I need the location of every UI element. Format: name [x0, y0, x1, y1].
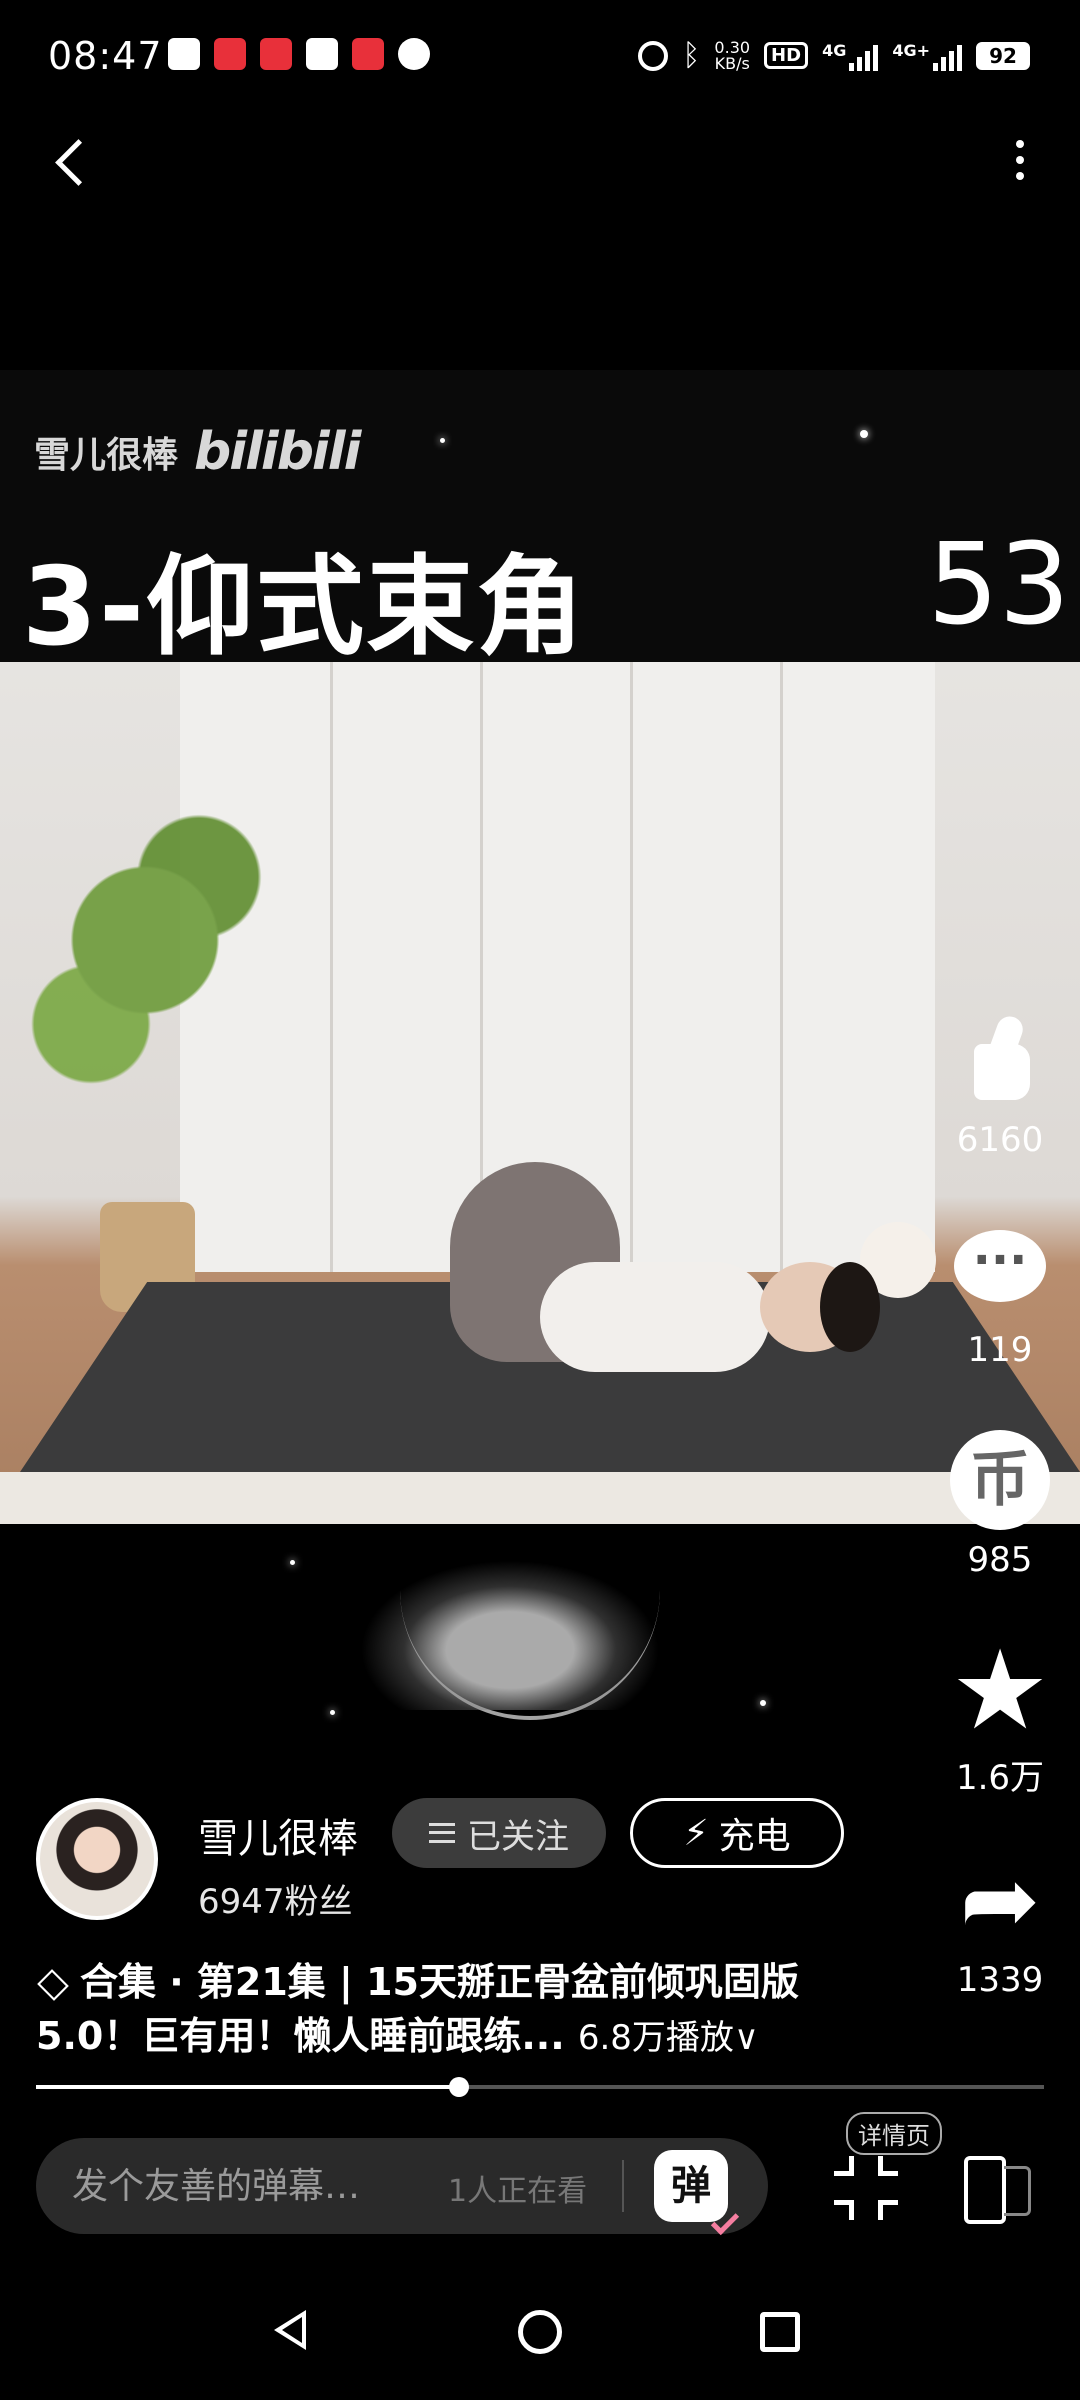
danmaku-toggle-button[interactable]: 弹: [654, 2150, 740, 2236]
battery-icon: 92: [976, 41, 1030, 70]
chevron-down-icon[interactable]: ∨: [734, 2018, 759, 2058]
food-notification-icon: [352, 38, 384, 70]
rug: [0, 1472, 1080, 1524]
avatar[interactable]: [36, 1798, 158, 1920]
pose-countdown: 53: [927, 520, 1070, 650]
nav-recents-icon[interactable]: [760, 2312, 800, 2352]
favorite-count: 1.6万: [955, 1758, 1045, 1798]
delivery-notification-icon: [306, 38, 338, 70]
status-bar: 08:47 ᛒ 0.30 KB/s HD 4G 4G+ 92: [0, 0, 1080, 118]
star-decoration: [330, 1710, 335, 1715]
comment-button[interactable]: 119: [920, 1220, 1080, 1370]
back-button[interactable]: [44, 130, 104, 190]
progress-fill: [36, 2085, 460, 2089]
like-count: 6160: [956, 1120, 1044, 1160]
share-count: 1339: [956, 1960, 1044, 2000]
progress-bar[interactable]: [36, 2077, 1044, 2097]
video-frame: [0, 662, 1080, 1524]
menu-icon: [429, 1823, 455, 1843]
dot-icon: [1016, 156, 1024, 164]
comment-count: 119: [967, 1330, 1033, 1370]
uploader-name[interactable]: 雪儿很棒: [198, 1806, 358, 1864]
shopping-notification-icon: [260, 38, 292, 70]
video-title-band: 雪儿很棒 bilibili 3-仰式束角 53: [0, 370, 1080, 670]
star-icon: ★: [950, 1626, 1050, 1754]
network-speed: 0.30 KB/s: [714, 37, 751, 73]
lightning-icon: ⚡: [683, 1812, 709, 1854]
pose-title: 3-仰式束角: [22, 545, 586, 670]
video-watermark: 雪儿很棒 bilibili: [34, 422, 361, 482]
thumbs-up-icon: [950, 1010, 1050, 1110]
danmaku-input[interactable]: [72, 2138, 452, 2234]
star-decoration: [440, 438, 445, 443]
watching-count: 1人正在看: [448, 2174, 588, 2209]
nav-home-icon[interactable]: [518, 2310, 562, 2354]
video-player[interactable]: 雪儿很棒 bilibili 3-仰式束角 53: [0, 370, 1080, 1750]
video-title: 5.0！巨有用！懒人睡前跟练...: [36, 2014, 565, 2058]
coin-count: 985: [967, 1540, 1033, 1580]
telegram-notification-icon: [168, 38, 200, 70]
status-time: 08:47: [48, 34, 163, 78]
charge-button[interactable]: ⚡ 充电: [630, 1798, 844, 1868]
share-button[interactable]: ➦ 1339: [920, 1850, 1080, 2000]
check-icon: [710, 2206, 740, 2236]
person-torso: [540, 1262, 770, 1372]
coin-icon: 币: [950, 1430, 1050, 1530]
signal-icon: 4G: [822, 41, 879, 71]
comment-icon: [950, 1220, 1050, 1320]
video-description[interactable]: 合集 · 第21集 | 15天掰正骨盆前倾巩固版 5.0！巨有用！懒人睡前跟练.…: [36, 1955, 896, 2065]
person-hair: [820, 1262, 880, 1352]
dot-icon: [1016, 172, 1024, 180]
share-icon: ➦: [959, 1844, 1041, 1956]
star-decoration: [860, 430, 868, 438]
bluetooth-icon: ᛒ: [682, 38, 701, 73]
hd-voice-badge: HD: [764, 42, 809, 69]
signal-icon-2: 4G+: [892, 41, 962, 71]
collection-icon: [37, 1968, 69, 2001]
nav-back-icon[interactable]: [274, 2310, 306, 2350]
coin-button[interactable]: 币 985: [920, 1430, 1080, 1580]
dot-icon: [1016, 140, 1024, 148]
notification-icons: [168, 38, 430, 70]
exit-fullscreen-icon[interactable]: [834, 2156, 898, 2220]
like-button[interactable]: 6160: [920, 1010, 1080, 1160]
view-count: 6.8万播放: [577, 2018, 734, 2058]
bilibili-logo: bilibili: [194, 422, 361, 482]
star-decoration: [760, 1700, 766, 1706]
more-options-button[interactable]: [1000, 130, 1040, 190]
collection-title: 合集 · 第21集 | 15天掰正骨盆前倾巩固版: [80, 1960, 799, 2004]
message-notification-icon: [398, 38, 430, 70]
system-indicators: ᛒ 0.30 KB/s HD 4G 4G+ 92: [638, 38, 1030, 73]
screen-rotate-icon[interactable]: [960, 2156, 1031, 2224]
alarm-icon: [638, 40, 669, 71]
favorite-button[interactable]: ★ 1.6万: [920, 1626, 1080, 1799]
app-notification-icon: [214, 38, 246, 70]
danmaku-bar: 1人正在看 弹: [36, 2138, 768, 2236]
divider: [622, 2160, 624, 2212]
cloud-decoration: [360, 1560, 660, 1710]
plant: [10, 772, 280, 1192]
fan-count: 6947粉丝: [198, 1882, 353, 1922]
followed-button[interactable]: 已关注: [392, 1798, 606, 1868]
progress-handle[interactable]: [449, 2077, 470, 2097]
detail-page-label: 详情页: [846, 2112, 942, 2155]
star-decoration: [290, 1560, 295, 1565]
